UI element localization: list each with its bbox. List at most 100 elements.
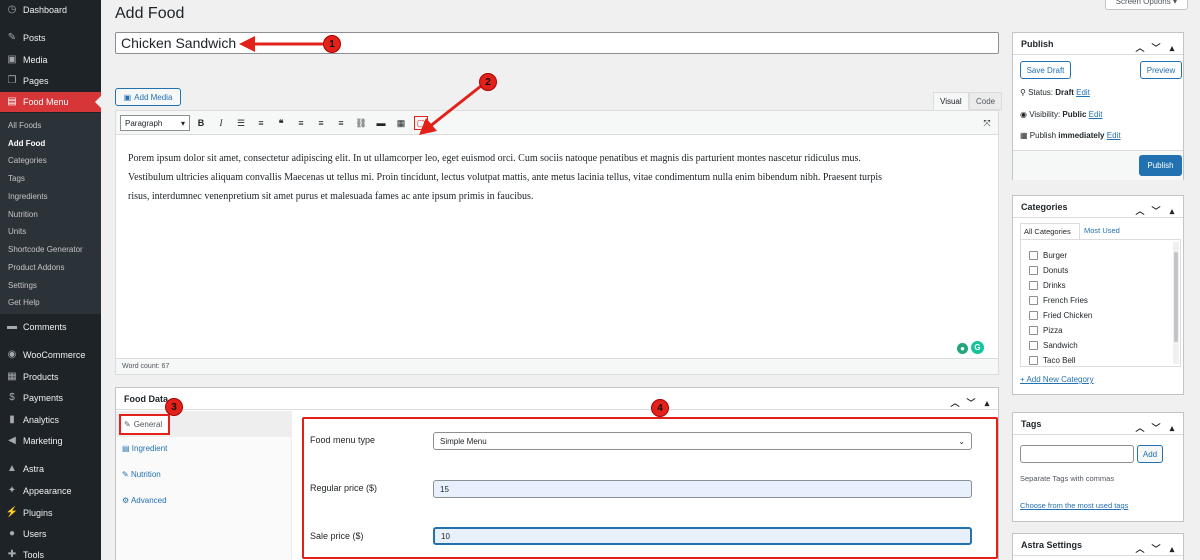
chevron-down-icon[interactable]: ﹀ (1151, 538, 1161, 560)
checkbox[interactable] (1029, 311, 1038, 321)
sale-price-input[interactable] (433, 527, 972, 545)
caret-up-icon[interactable]: ▴ (982, 392, 992, 414)
menu-media[interactable]: ▣ Media (0, 50, 101, 70)
menu-type-select[interactable]: Simple Menu ⌄ (433, 432, 972, 450)
format-select[interactable]: Paragraph (120, 115, 190, 131)
checkbox[interactable] (1029, 341, 1038, 351)
category-burger[interactable]: Burger (1029, 248, 1092, 263)
add-tag-button[interactable]: Add (1137, 445, 1163, 463)
submenu-get-help[interactable]: Get Help (8, 296, 40, 310)
caret-up-icon[interactable]: ▴ (1167, 538, 1177, 560)
menu-pages[interactable]: ❐ Pages (0, 71, 101, 91)
category-drinks[interactable]: Drinks (1029, 278, 1092, 293)
bullet-list-icon[interactable]: ☰ (234, 116, 248, 130)
italic-icon[interactable]: I (214, 116, 228, 130)
menu-plugins[interactable]: ⚡ Plugins (0, 503, 101, 523)
chevron-down-icon[interactable]: ﹀ (1151, 200, 1161, 222)
submenu-all-foods[interactable]: All Foods (8, 119, 41, 133)
category-french-fries[interactable]: French Fries (1029, 293, 1092, 308)
align-right-icon[interactable]: ≡ (334, 116, 348, 130)
chevron-up-icon[interactable]: ︿ (1135, 200, 1145, 222)
numbered-list-icon[interactable]: ≡ (254, 116, 268, 130)
submenu-product-addons[interactable]: Product Addons (8, 261, 64, 275)
grammarly-icon[interactable]: G (971, 341, 984, 354)
bold-icon[interactable]: B (194, 116, 208, 130)
chevron-up-icon[interactable]: ︿ (1135, 417, 1145, 439)
align-center-icon[interactable]: ≡ (314, 116, 328, 130)
checkbox[interactable] (1029, 296, 1038, 306)
menu-appearance[interactable]: ✦ Appearance (0, 481, 101, 501)
read-more-icon[interactable]: ▬ (374, 116, 388, 130)
checkbox[interactable] (1029, 266, 1038, 276)
category-sandwich[interactable]: Sandwich (1029, 338, 1092, 353)
tab-visual[interactable]: Visual (933, 92, 969, 110)
fullscreen-toggle-icon[interactable]: ▢ (414, 116, 428, 130)
tab-code[interactable]: Code (969, 92, 1003, 110)
menu-products[interactable]: ▦ Products (0, 367, 101, 387)
checkbox[interactable] (1029, 356, 1038, 366)
tab-general[interactable]: ✎ General (116, 411, 292, 437)
save-draft-button[interactable]: Save Draft (1020, 61, 1071, 79)
menu-dashboard[interactable]: ◷ Dashboard (0, 0, 101, 20)
tab-most-used[interactable]: Most Used (1084, 223, 1120, 238)
checkbox[interactable] (1029, 326, 1038, 336)
toolbar-toggle-icon[interactable]: ▦ (394, 116, 408, 130)
add-media-button[interactable]: ▣ Add Media (115, 88, 181, 106)
chevron-down-icon[interactable]: ﹀ (966, 392, 976, 414)
caret-up-icon[interactable]: ▴ (1167, 417, 1177, 439)
edit-date-link[interactable]: Edit (1107, 131, 1121, 140)
submenu-categories[interactable]: Categories (8, 154, 47, 168)
menu-posts[interactable]: ✎ Posts (0, 28, 101, 48)
chevron-up-icon[interactable]: ︿ (1135, 37, 1145, 59)
category-pizza[interactable]: Pizza (1029, 323, 1092, 338)
editor-body[interactable]: Porem ipsum dolor sit amet, consectetur … (128, 149, 986, 206)
tab-all-categories[interactable]: All Categories (1020, 223, 1080, 239)
edit-visibility-link[interactable]: Edit (1089, 110, 1103, 119)
category-donuts[interactable]: Donuts (1029, 263, 1092, 278)
menu-woocommerce[interactable]: ◉ WooCommerce (0, 345, 101, 365)
category-taco-bell[interactable]: Taco Bell (1029, 353, 1092, 366)
menu-tools[interactable]: ✚ Tools (0, 545, 101, 560)
submenu-nutrition[interactable]: Nutrition (8, 208, 38, 222)
add-new-category-link[interactable]: + Add New Category (1020, 375, 1094, 384)
menu-payments[interactable]: $ Payments (0, 388, 101, 408)
menu-comments[interactable]: ▬ Comments (0, 317, 101, 337)
post-title-input[interactable] (115, 32, 999, 54)
tab-ingredient[interactable]: ▤ Ingredient (122, 444, 167, 453)
checkbox[interactable] (1029, 281, 1038, 291)
tags-input[interactable] (1020, 445, 1134, 463)
choose-tags-link[interactable]: Choose from the most used tags (1020, 501, 1128, 510)
menu-marketing[interactable]: ◀ Marketing (0, 431, 101, 451)
link-icon[interactable]: ⛓ (354, 116, 368, 130)
lightbulb-icon[interactable]: ● (957, 343, 968, 354)
scrollbar-thumb[interactable] (1174, 252, 1178, 342)
chevron-down-icon[interactable]: ﹀ (1151, 37, 1161, 59)
submenu-ingredients[interactable]: Ingredients (8, 190, 48, 204)
caret-up-icon[interactable]: ▴ (1167, 200, 1177, 222)
submenu-add-food[interactable]: Add Food (8, 137, 45, 151)
preview-button[interactable]: Preview (1140, 61, 1182, 79)
regular-price-input[interactable] (433, 480, 972, 498)
tab-nutrition[interactable]: ✎ Nutrition (122, 470, 161, 479)
menu-astra[interactable]: ▲ Astra (0, 459, 101, 479)
align-left-icon[interactable]: ≡ (294, 116, 308, 130)
menu-analytics[interactable]: ▮ Analytics (0, 410, 101, 430)
menu-users[interactable]: ● Users (0, 524, 101, 544)
checkbox[interactable] (1029, 251, 1038, 261)
chevron-up-icon[interactable]: ︿ (950, 392, 960, 414)
blockquote-icon[interactable]: ❝ (274, 116, 288, 130)
menu-food-menu[interactable]: ▤ Food Menu (0, 92, 101, 112)
screen-options-button[interactable]: Screen Options ▾ (1104, 0, 1188, 10)
submenu-units[interactable]: Units (8, 225, 26, 239)
chevron-down-icon[interactable]: ﹀ (1151, 417, 1161, 439)
distraction-free-icon[interactable]: ⤧ (980, 116, 994, 130)
submenu-tags[interactable]: Tags (8, 172, 25, 186)
chevron-up-icon[interactable]: ︿ (1135, 538, 1145, 560)
category-fried-chicken[interactable]: Fried Chicken (1029, 308, 1092, 323)
tab-advanced[interactable]: ⚙ Advanced (122, 496, 167, 505)
scrollbar[interactable] (1173, 242, 1179, 364)
publish-button[interactable]: Publish (1139, 155, 1182, 176)
submenu-settings[interactable]: Settings (8, 279, 37, 293)
submenu-shortcode-generator[interactable]: Shortcode Generator (8, 243, 83, 257)
caret-up-icon[interactable]: ▴ (1167, 37, 1177, 59)
